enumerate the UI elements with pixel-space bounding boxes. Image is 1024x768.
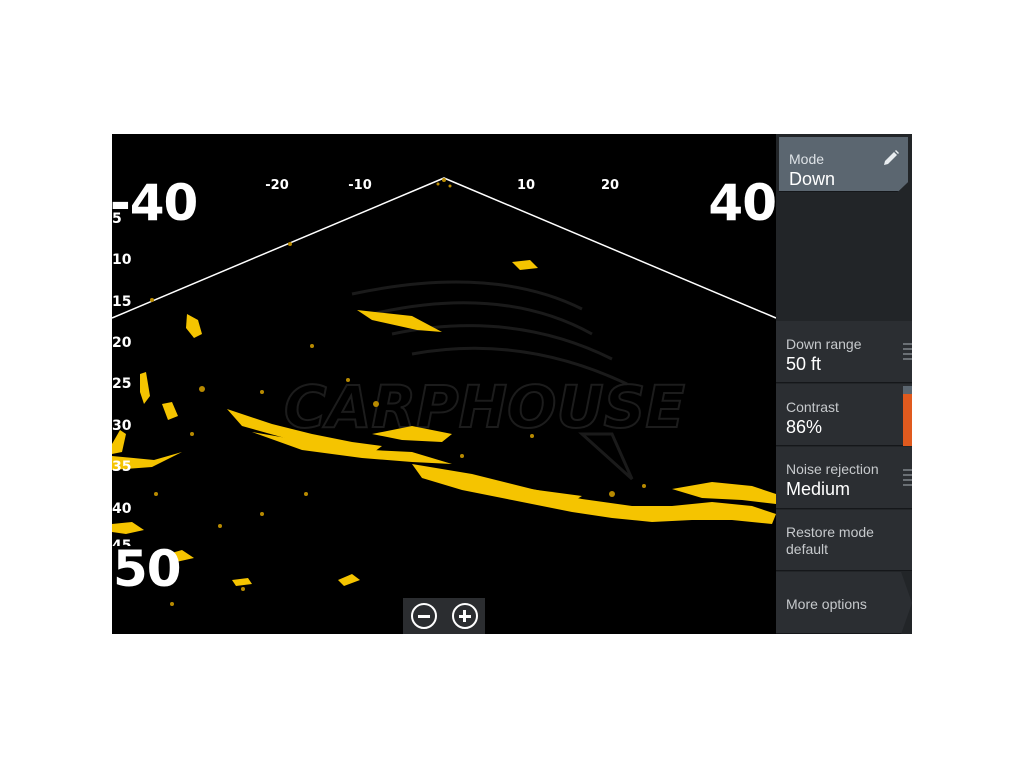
down-range-label: Down range [786, 336, 862, 352]
restore-default-menu-item[interactable]: Restore mode default [776, 510, 912, 571]
svg-text:CARPHOUSE: CARPHOUSE [284, 373, 685, 441]
top-tick: -20 [265, 178, 289, 193]
restore-label-line1: Restore mode [786, 524, 874, 540]
sonar-image: CARPHOUSE [112, 177, 776, 606]
top-tick: -10 [348, 178, 372, 193]
contrast-slider-track[interactable] [903, 386, 912, 394]
depth-tick: 25 [112, 376, 132, 392]
sonar-side-menu: Mode Down Down range 50 ft Contrast 86% … [776, 134, 912, 634]
contrast-menu-item[interactable]: Contrast 86% [776, 384, 912, 446]
mode-value: Down [789, 169, 836, 189]
contrast-value: 86% [786, 417, 823, 437]
top-tick: 20 [600, 178, 620, 193]
sonar-view[interactable]: CARPHOUSE -40 40 -20 -10 10 20 5 10 15 2… [112, 134, 776, 634]
noise-rejection-menu-item[interactable]: Noise rejection Medium [776, 447, 912, 509]
restore-label-line2: default [786, 541, 829, 557]
range-left-label: -40 [112, 174, 198, 232]
top-tick: 10 [516, 178, 536, 193]
more-options-label: More options [786, 596, 867, 612]
depth-tick: 15 [112, 294, 132, 310]
mode-menu-item[interactable]: Mode Down [779, 137, 908, 192]
depth-tick: 40 [112, 501, 132, 517]
depth-tick: 5 [112, 211, 122, 227]
sonar-cone-outline [112, 177, 776, 319]
contrast-label: Contrast [786, 399, 839, 415]
depth-tick: 10 [112, 252, 132, 268]
plus-circle-icon[interactable] [451, 603, 478, 629]
adjust-handle-icon[interactable] [903, 469, 912, 489]
adjust-handle-icon[interactable] [903, 343, 912, 363]
depth-tick: 30 [112, 418, 132, 434]
noise-rejection-label: Noise rejection [786, 461, 879, 477]
depth-tick: 20 [112, 335, 132, 351]
max-depth-label: 50 [113, 540, 182, 598]
down-range-menu-item[interactable]: Down range 50 ft [776, 321, 912, 383]
more-options-menu-item[interactable]: More options [776, 572, 912, 634]
minus-circle-icon[interactable] [410, 603, 437, 629]
contrast-slider-fill[interactable] [903, 394, 912, 446]
zoom-controls [403, 598, 485, 634]
sonar-device-screen: CARPHOUSE -40 40 -20 -10 10 20 5 10 15 2… [112, 134, 912, 634]
pencil-icon[interactable] [882, 149, 900, 167]
depth-tick: 35 [112, 459, 132, 475]
noise-rejection-value: Medium [786, 479, 851, 499]
range-right-label: 40 [708, 174, 776, 232]
down-range-value: 50 ft [786, 354, 822, 374]
